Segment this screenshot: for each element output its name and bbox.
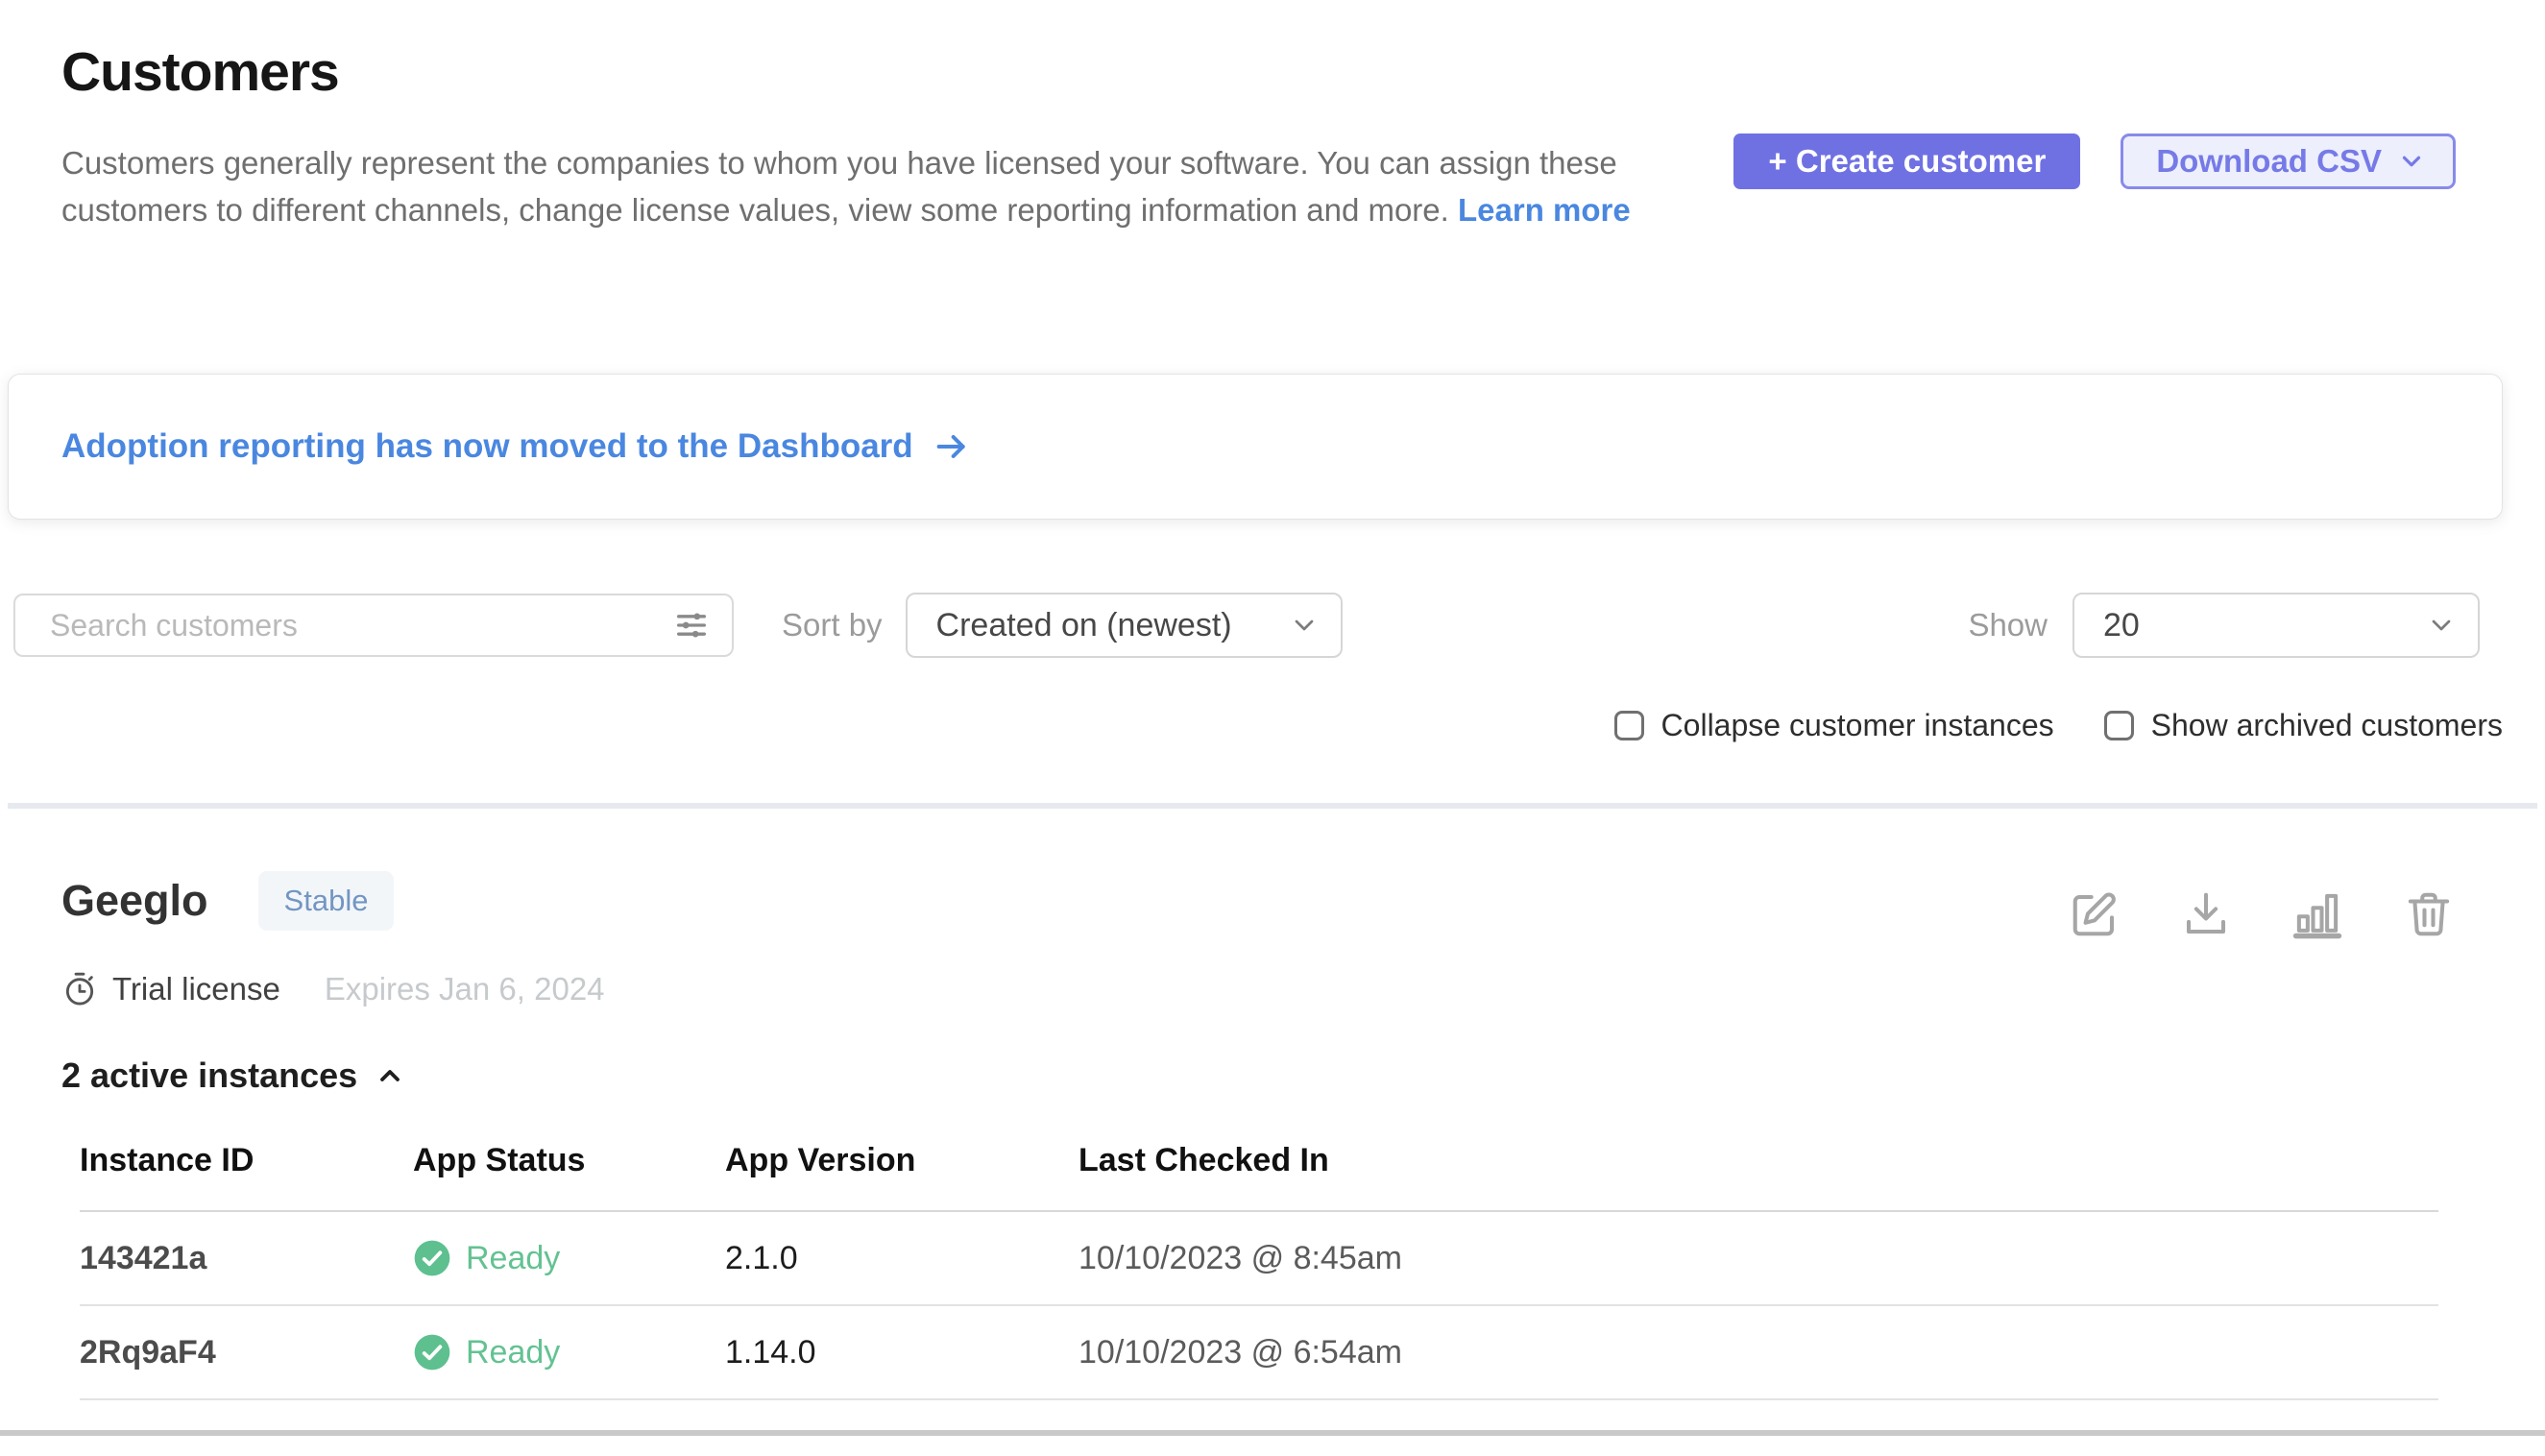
section-divider xyxy=(8,803,2537,809)
last-checked-in-cell: 10/10/2023 @ 6:54am xyxy=(1079,1305,2438,1399)
page-title: Customers xyxy=(61,40,2456,104)
download-license-button[interactable] xyxy=(2179,888,2233,942)
status-ready-text: Ready xyxy=(466,1334,560,1371)
search-wrapper xyxy=(13,594,734,657)
license-row: Trial license Expires Jan 6, 2024 xyxy=(61,971,2456,1007)
chevron-down-icon xyxy=(1289,610,1320,641)
channel-badge: Stable xyxy=(258,871,395,931)
adoption-banner-link[interactable]: Adoption reporting has now moved to the … xyxy=(61,427,971,466)
chevron-down-icon xyxy=(2426,610,2457,641)
instances-toggle[interactable]: 2 active instances xyxy=(61,1056,405,1096)
license-type: Trial license xyxy=(112,971,280,1007)
last-checked-in-cell: 10/10/2023 @ 8:45am xyxy=(1079,1211,2438,1305)
list-options: Collapse customer instances Show archive… xyxy=(1614,708,2503,743)
download-icon xyxy=(2180,888,2232,940)
customer-card-header: Geeglo Stable xyxy=(61,860,2456,942)
bar-chart-icon xyxy=(2291,888,2343,940)
column-header-app-version: App Version xyxy=(725,1132,1079,1211)
column-header-last-checked-in: Last Checked In xyxy=(1079,1132,2438,1211)
sort-select[interactable]: Created on (newest) xyxy=(906,593,1343,658)
show-archived-option[interactable]: Show archived customers xyxy=(2104,708,2503,743)
adoption-banner-text: Adoption reporting has now moved to the … xyxy=(61,427,913,466)
chevron-down-icon xyxy=(2397,147,2426,176)
trash-icon xyxy=(2403,888,2455,940)
bottom-divider xyxy=(0,1430,2545,1436)
column-header-instance-id: Instance ID xyxy=(80,1132,413,1211)
sort-select-value: Created on (newest) xyxy=(936,607,1232,644)
page-description-text: Customers generally represent the compan… xyxy=(61,145,1617,228)
learn-more-link[interactable]: Learn more xyxy=(1458,192,1631,228)
instances-toggle-label: 2 active instances xyxy=(61,1056,357,1096)
show-archived-checkbox[interactable] xyxy=(2104,711,2134,740)
edit-customer-button[interactable] xyxy=(2068,888,2121,942)
column-header-app-status: App Status xyxy=(413,1132,725,1211)
download-csv-label: Download CSV xyxy=(2156,143,2382,180)
page-description: Customers generally represent the compan… xyxy=(61,140,1646,234)
instance-row: 2Rq9aF4 Ready 1.14.0 10/10/2023 @ 6:54am xyxy=(80,1305,2438,1399)
collapse-instances-checkbox[interactable] xyxy=(1614,711,1644,740)
create-customer-button[interactable]: + Create customer xyxy=(1733,133,2080,189)
search-input[interactable] xyxy=(13,594,734,657)
customer-actions xyxy=(2068,888,2456,942)
instances-table: Instance ID App Status App Version Last … xyxy=(80,1132,2438,1400)
show-label: Show xyxy=(1968,607,2048,643)
customer-card: Geeglo Stable Trial license Expires Jan … xyxy=(61,860,2456,1400)
collapse-instances-label: Collapse customer instances xyxy=(1661,708,2054,743)
show-archived-label: Show archived customers xyxy=(2151,708,2503,743)
license-expiry: Expires Jan 6, 2024 xyxy=(325,971,605,1007)
app-version-cell: 2.1.0 xyxy=(725,1211,1079,1305)
analytics-button[interactable] xyxy=(2290,888,2344,942)
instance-id-cell: 2Rq9aF4 xyxy=(80,1305,413,1399)
delete-customer-button[interactable] xyxy=(2402,888,2456,942)
show-select-value: 20 xyxy=(2103,607,2140,644)
instance-id-cell: 143421a xyxy=(80,1211,413,1305)
collapse-instances-option[interactable]: Collapse customer instances xyxy=(1614,708,2054,743)
filter-icon[interactable] xyxy=(672,606,711,644)
instances-table-header-row: Instance ID App Status App Version Last … xyxy=(80,1132,2438,1211)
instance-row: 143421a Ready 2.1.0 10/10/2023 @ 8:45am xyxy=(80,1211,2438,1305)
download-csv-button[interactable]: Download CSV xyxy=(2121,133,2456,189)
app-status-cell: Ready xyxy=(413,1305,725,1399)
chevron-up-icon xyxy=(375,1060,405,1091)
header-actions: + Create customer Download CSV xyxy=(1733,133,2456,189)
arrow-right-icon xyxy=(933,427,971,466)
customer-name[interactable]: Geeglo xyxy=(61,876,208,926)
check-circle-icon xyxy=(413,1239,451,1277)
show-select[interactable]: 20 xyxy=(2072,593,2480,658)
page-header: Customers Customers generally represent … xyxy=(61,40,2456,234)
edit-icon xyxy=(2069,888,2121,940)
status-ready-text: Ready xyxy=(466,1240,560,1277)
sort-by-label: Sort by xyxy=(782,607,883,643)
timer-icon xyxy=(61,971,98,1007)
app-version-cell: 1.14.0 xyxy=(725,1305,1079,1399)
check-circle-icon xyxy=(413,1333,451,1371)
create-customer-label: + Create customer xyxy=(1768,143,2046,180)
app-status-cell: Ready xyxy=(413,1211,725,1305)
adoption-banner: Adoption reporting has now moved to the … xyxy=(8,374,2503,520)
list-controls: Sort by Created on (newest) Show 20 xyxy=(13,593,2480,658)
